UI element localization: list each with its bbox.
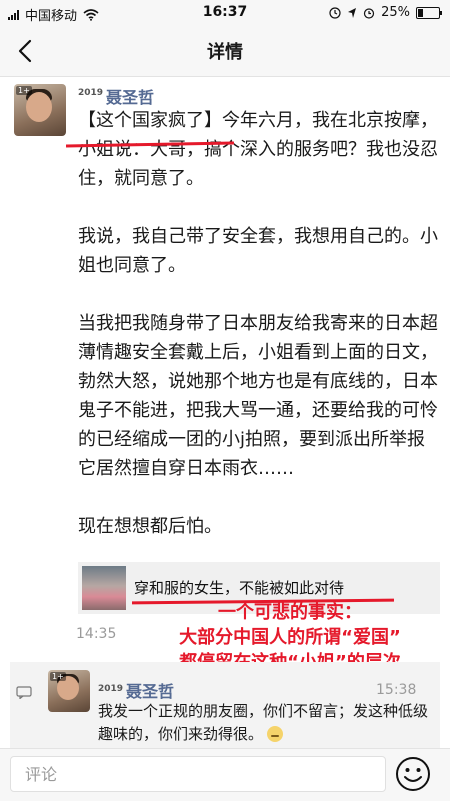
annotation-line: 大部分中国人的所谓“爱国”: [179, 627, 401, 648]
battery-icon: [416, 6, 442, 19]
status-right: 25%: [329, 5, 442, 20]
post-time: 14:35: [76, 626, 117, 642]
link-title: 穿和服的女生，不能被如此对待: [134, 579, 345, 597]
comment-author[interactable]: 聂圣哲: [126, 678, 174, 702]
avatar-tag: 1+: [50, 672, 66, 681]
nav-bar: 详情: [0, 26, 450, 77]
post-paragraph: 【这个国家疯了】今年六月，我在北京按摩，小姐说：大哥，搞个深入的服务吧？我也没忍…: [78, 110, 438, 189]
comment-avatar[interactable]: 1+: [48, 670, 90, 712]
comment-time: 15:38: [376, 682, 417, 698]
avatar-tag: 1+: [16, 86, 32, 95]
post-paragraph: 我说，我自己带了安全套，我想用自己的。小姐也同意了。: [78, 226, 438, 276]
battery-percent: 25%: [381, 5, 410, 20]
year-badge: 2019: [98, 684, 124, 694]
annotation-line: 一个可悲的事实：: [218, 602, 362, 623]
post-paragraph: 现在想想都后怕。: [78, 516, 222, 537]
alarm-icon: [363, 7, 375, 19]
link-thumbnail: [82, 566, 126, 610]
comment-input[interactable]: 评论: [10, 756, 386, 792]
year-badge: 2019: [78, 88, 104, 98]
author-name[interactable]: 聂圣哲: [106, 84, 154, 108]
post-body: 【这个国家疯了】今年六月，我在北京按摩，小姐说：大哥，搞个深入的服务吧？我也没忍…: [78, 106, 438, 570]
avatar[interactable]: 1+: [14, 84, 66, 136]
battery-level: [418, 8, 423, 17]
comment-text-body: 我发一个正规的朋友圈，你们不留言；发这种低级趣味的，你们来劲得很。: [98, 702, 429, 743]
status-bar: 中国移动 16:37 25%: [0, 0, 450, 26]
post-paragraph: 当我把我随身带了日本朋友给我寄来的日本超薄情趣安全套戴上后，小姐看到上面的日文，…: [78, 313, 438, 479]
screen-lock-icon: [329, 6, 341, 19]
location-icon: [348, 7, 357, 18]
comment-text: 我发一个正规的朋友圈，你们不留言；发这种低级趣味的，你们来劲得很。: [98, 700, 428, 746]
smiley-icon[interactable]: [394, 755, 432, 793]
awkward-face-icon: [267, 726, 284, 742]
comment-bubble-icon[interactable]: [16, 686, 32, 699]
page-title: 详情: [207, 42, 243, 63]
avatar-face: [26, 92, 52, 122]
